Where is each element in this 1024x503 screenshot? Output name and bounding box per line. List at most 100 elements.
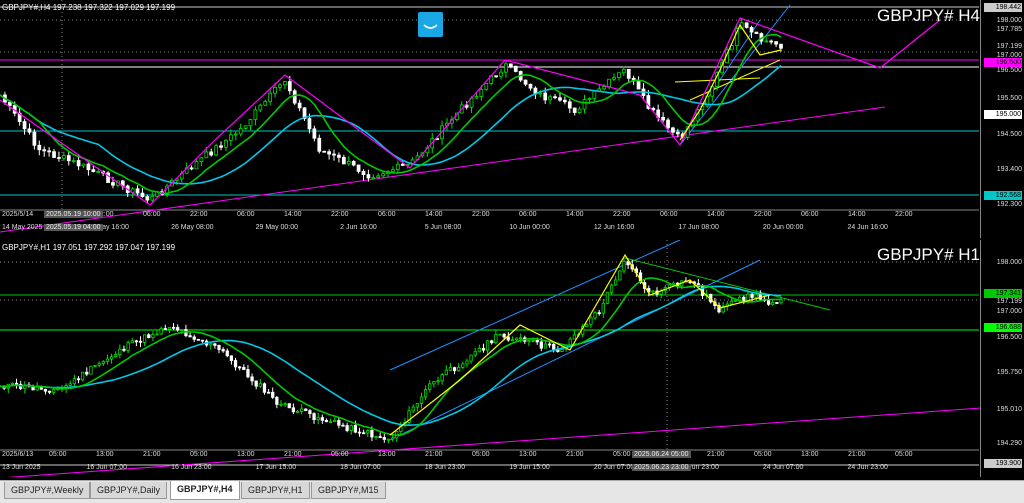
tab-weekly[interactable]: GBPJPY#,Weekly (4, 482, 91, 499)
candle-body (97, 363, 101, 366)
smile-indicator-icon[interactable] (418, 12, 443, 37)
candle-body (287, 403, 291, 409)
candle-body (140, 192, 145, 198)
candle-body (376, 175, 381, 178)
candle-body (636, 80, 641, 90)
trend-line (389, 240, 681, 371)
time-label: 13:00 (96, 451, 114, 458)
candle-body (7, 101, 12, 106)
candle-body (278, 84, 282, 88)
date-label: 13 Jun 2025 (2, 464, 41, 471)
candle-body (253, 109, 258, 120)
candle-body (484, 83, 489, 90)
time-label: 05:00 (190, 451, 208, 458)
candle-body (320, 417, 324, 421)
candle-body (479, 88, 484, 97)
candle-body (601, 302, 605, 314)
candle-body (233, 133, 238, 136)
candle-body (10, 382, 15, 385)
candle-body (213, 343, 217, 346)
candle-body (287, 81, 292, 92)
candle-body (327, 151, 331, 155)
candle-body (436, 380, 440, 383)
candle-body (89, 365, 93, 375)
candle-body (96, 171, 101, 173)
candle-body (754, 294, 758, 298)
candle-body (391, 169, 395, 173)
candle-body (428, 383, 432, 390)
date-label: 24 Jun 23:00 (847, 464, 888, 471)
time-label: 22:00 (754, 211, 772, 218)
time-label: 22:00 (190, 211, 208, 218)
candle-body (378, 436, 382, 438)
candle-body (514, 337, 519, 341)
tab-m15[interactable]: GBPJPY#,M15 (311, 482, 386, 499)
h1-chart-canvas[interactable] (0, 240, 981, 477)
candle-body (68, 383, 72, 386)
chart-panel-h1[interactable]: GBPJPY#,H1 197.051 197.292 197.047 197.1… (0, 240, 1024, 477)
cursor-time-label: 2025.05.19 10:00 (44, 211, 103, 218)
candle-body (473, 351, 477, 356)
candle-body (465, 360, 469, 365)
time-label: 21:00 (284, 451, 302, 458)
candle-body (109, 356, 114, 360)
time-label: 21:00 (848, 451, 866, 458)
candle-body (93, 364, 97, 367)
date-label: 24 Jun 07:00 (762, 464, 804, 471)
candle-body (91, 169, 96, 172)
h4-price-axis[interactable]: 198.000 197.785 197.199 197.000 196.500 … (980, 0, 1024, 238)
candle-body (271, 391, 275, 398)
h4-chart-canvas[interactable] (0, 0, 981, 238)
date-label: 10 Jun 00:00 (509, 224, 550, 231)
candle-body (180, 329, 184, 331)
price-label: 197.199 (996, 43, 1022, 50)
candle-body (307, 118, 312, 130)
candle-body (351, 161, 356, 166)
tab-h1[interactable]: GBPJPY#,H1 (241, 482, 310, 499)
candle-body (602, 86, 607, 90)
candle-body (14, 382, 19, 385)
h1-price-axis[interactable]: 198.000 197.199 197.000 196.500 195.750 … (980, 240, 1024, 477)
candle-body (217, 344, 221, 350)
candle-body (622, 261, 626, 272)
chart-panel-h4[interactable]: GBPJPY#,H4 197.238 197.322 197.029 197.1… (0, 0, 1024, 238)
candle-body (371, 177, 376, 179)
candle-body (52, 151, 56, 158)
ma-fast-line (0, 33, 782, 195)
price-tag: 198.442 (984, 3, 1022, 12)
candle-body (308, 410, 312, 415)
candle-body (474, 96, 479, 99)
candle-body (481, 347, 486, 351)
candle-body (651, 290, 655, 293)
candle-body (238, 366, 242, 369)
price-tag: 196.688 (984, 323, 1022, 332)
candle-body (130, 340, 134, 344)
tab-h4[interactable]: GBPJPY#,H4 (170, 481, 240, 500)
candle-body (361, 171, 366, 176)
candle-body (66, 155, 71, 162)
price-label: 197.199 (996, 298, 1022, 305)
tab-daily[interactable]: GBPJPY#,Daily (90, 482, 168, 499)
candle-body (332, 153, 336, 156)
candle-body (528, 83, 533, 89)
candle-body (192, 336, 196, 340)
candle-body (81, 371, 85, 381)
candle-body (295, 410, 300, 413)
candle-body (229, 355, 234, 361)
date-label: 20 Jun 07:00 (593, 464, 635, 471)
candle-body (612, 77, 616, 80)
time-label: 2025/5/14 (2, 211, 34, 218)
candle-body (688, 281, 692, 284)
candle-body (621, 68, 626, 74)
time-label: 22:00 (613, 211, 631, 218)
candle-body (774, 41, 778, 45)
cursor-time-label: 2025.06.24 05:00 (632, 451, 691, 458)
cursor-time-label: 2025.05.19 04:00 (44, 224, 103, 231)
candle-body (118, 348, 122, 355)
candle-body (362, 432, 366, 435)
candle-body (744, 22, 749, 28)
candle-body (37, 144, 42, 151)
candle-body (345, 425, 349, 431)
candle-body (155, 333, 159, 336)
candle-body (552, 344, 556, 350)
